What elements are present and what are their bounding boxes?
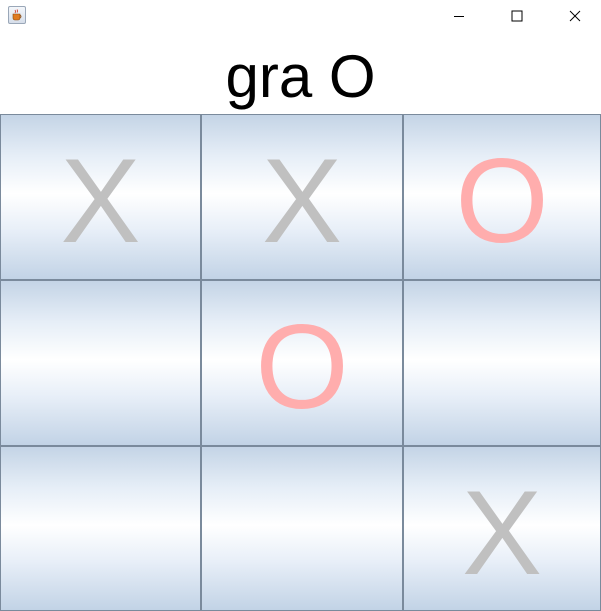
cell-mark: X xyxy=(461,465,543,600)
board-cell-6[interactable] xyxy=(403,280,601,446)
minimize-icon xyxy=(454,16,464,17)
cell-mark: X xyxy=(261,134,343,268)
java-cup-icon[interactable] xyxy=(8,6,26,24)
board-cell-4[interactable] xyxy=(0,280,201,446)
board-cell-5[interactable]: O xyxy=(201,280,403,446)
game-status-title: gra O xyxy=(225,43,376,110)
maximize-button[interactable] xyxy=(488,0,546,32)
close-icon xyxy=(569,10,581,22)
game-board: X X O O X xyxy=(0,114,601,611)
board-cell-7[interactable] xyxy=(0,446,201,611)
board-cell-3[interactable]: O xyxy=(403,114,601,280)
cell-mark: X xyxy=(60,134,141,268)
board-cell-1[interactable]: X xyxy=(0,114,201,280)
cell-mark: O xyxy=(455,134,549,268)
title-bar[interactable] xyxy=(0,0,601,32)
board-cell-9[interactable]: X xyxy=(403,446,601,611)
minimize-button[interactable] xyxy=(430,0,488,32)
board-cell-2[interactable]: X xyxy=(201,114,403,280)
cell-mark: O xyxy=(255,300,349,434)
game-window: gra O X X O O X xyxy=(0,0,601,611)
board-cell-8[interactable] xyxy=(201,446,403,611)
close-button[interactable] xyxy=(546,0,601,32)
header-panel: gra O xyxy=(0,32,601,114)
maximize-icon xyxy=(511,10,523,22)
